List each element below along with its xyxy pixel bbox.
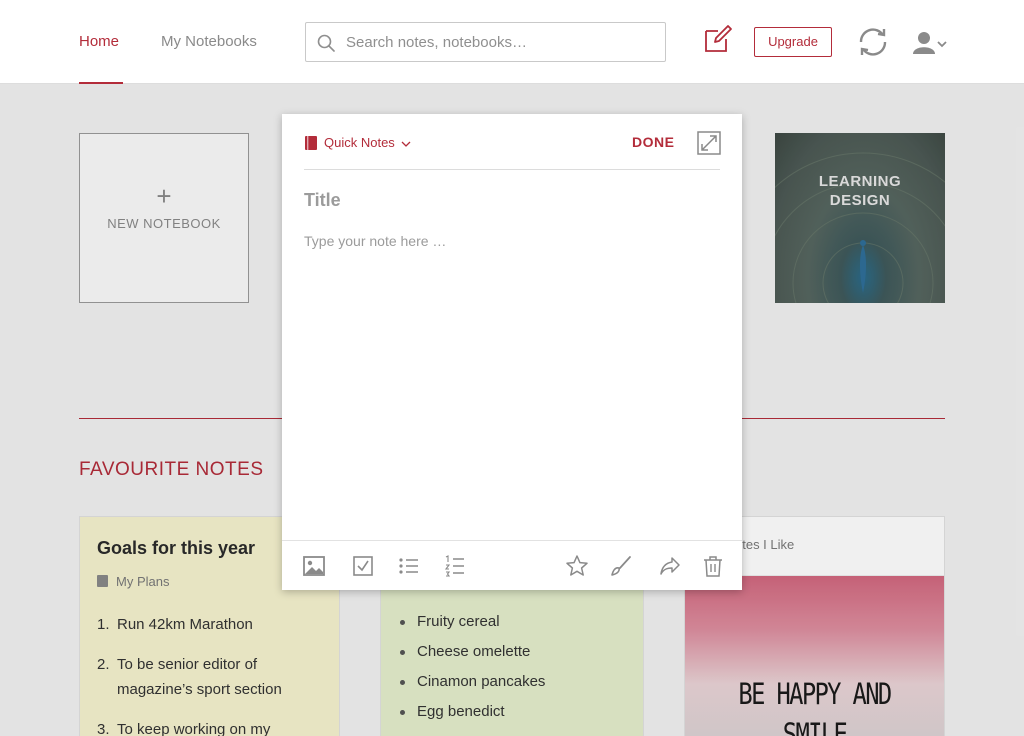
checkbox-icon[interactable] (351, 554, 375, 578)
search-icon (317, 34, 335, 52)
search-box[interactable] (305, 22, 666, 62)
bulleted-list-icon[interactable] (397, 554, 421, 578)
note-body-input[interactable] (304, 230, 720, 530)
numbered-list-icon[interactable] (443, 554, 467, 578)
done-button[interactable]: DONE (632, 134, 674, 150)
user-icon[interactable] (910, 30, 950, 56)
upgrade-button[interactable]: Upgrade (754, 27, 832, 57)
image-icon[interactable] (302, 554, 326, 578)
tab-home[interactable]: Home (79, 32, 119, 52)
notebook-selector-label: Quick Notes (324, 135, 395, 150)
star-icon[interactable] (565, 554, 589, 578)
chevron-down-icon (937, 41, 947, 48)
notebook-icon (305, 136, 317, 150)
sync-icon[interactable] (856, 25, 890, 59)
editor-header: Quick Notes DONE (304, 114, 721, 170)
note-title-input[interactable] (304, 186, 720, 214)
tab-my-notebooks[interactable]: My Notebooks (161, 32, 257, 52)
expand-icon[interactable] (697, 131, 721, 155)
trash-icon[interactable] (701, 554, 725, 578)
new-note-icon[interactable] (703, 24, 733, 54)
chevron-down-icon (401, 141, 411, 147)
share-icon[interactable] (658, 554, 682, 578)
search-input[interactable] (346, 23, 656, 61)
editor-toolbar (282, 540, 742, 590)
top-header: Home My Notebooks Upgrade (0, 0, 1024, 84)
note-editor-modal: Quick Notes DONE (282, 114, 742, 590)
brush-icon[interactable] (609, 554, 633, 578)
notebook-selector[interactable]: Quick Notes (304, 133, 412, 153)
